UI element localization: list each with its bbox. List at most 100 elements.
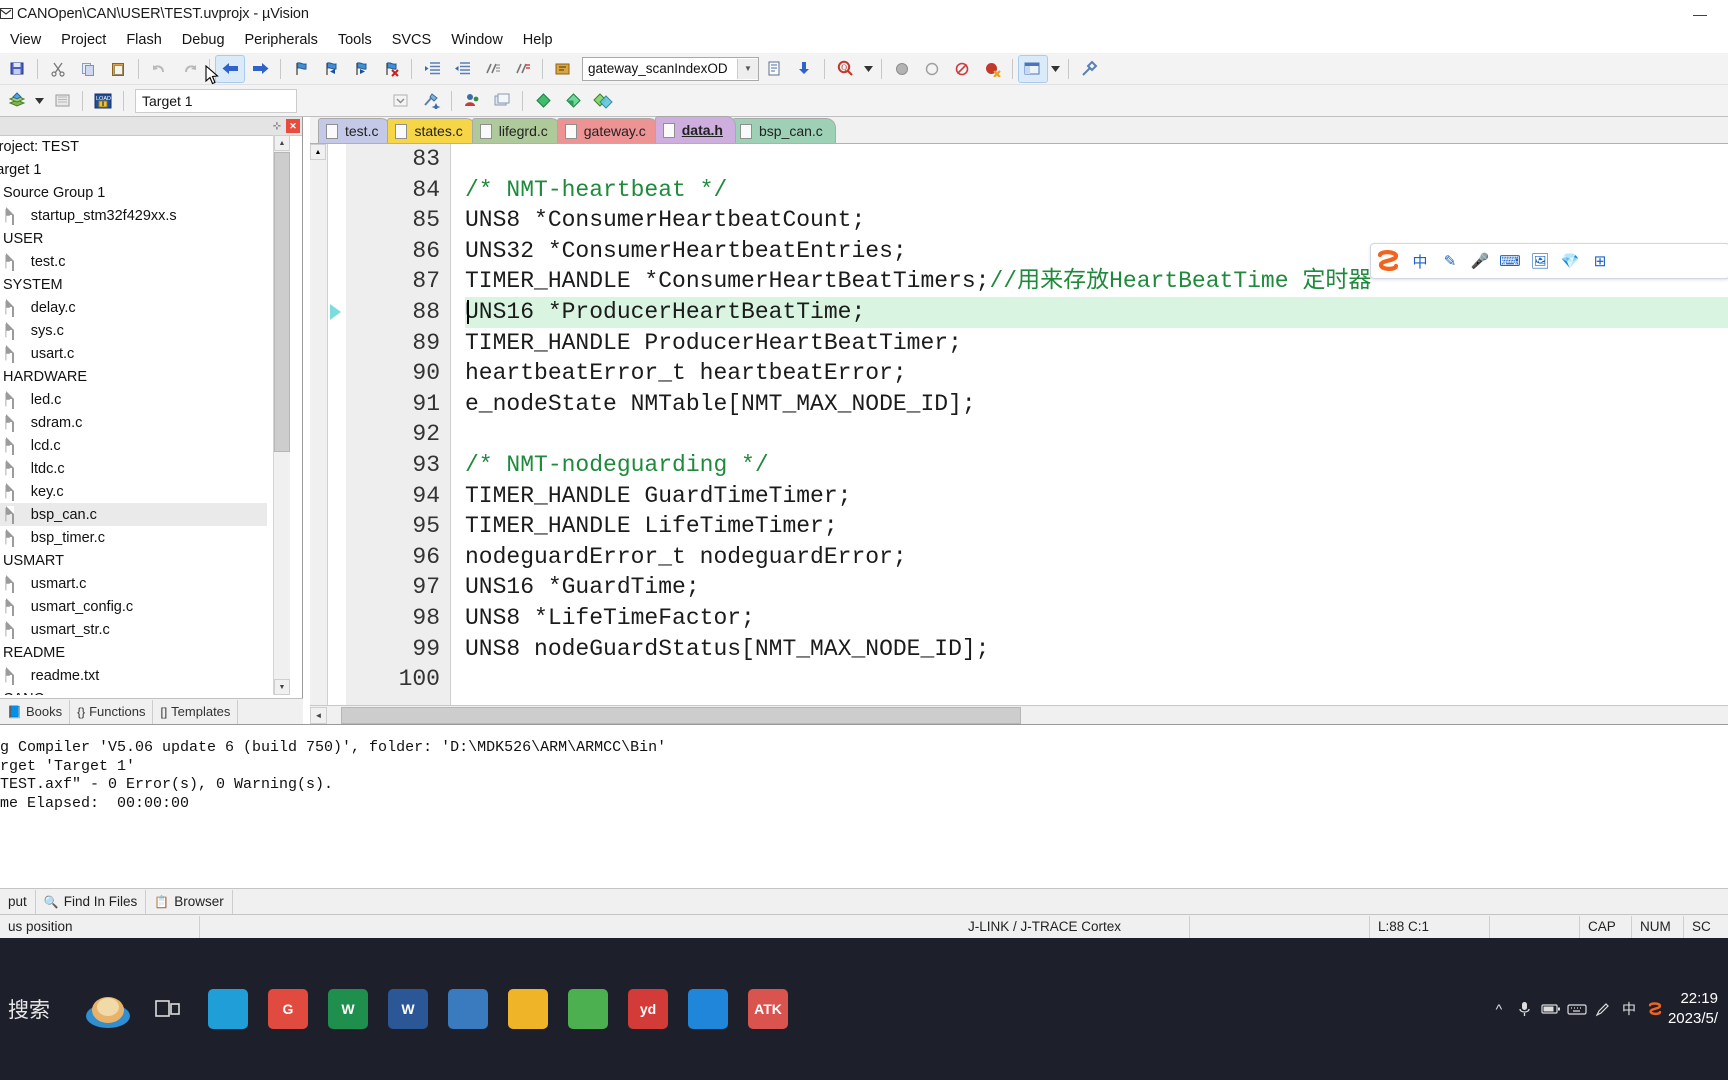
find-icon[interactable]: Q xyxy=(831,56,859,82)
bookmark-prev-icon[interactable] xyxy=(317,56,345,82)
app-edge[interactable] xyxy=(678,981,738,1037)
save-all-icon[interactable] xyxy=(3,56,31,82)
sogou-logo-icon[interactable] xyxy=(1371,246,1405,276)
menu-item-help[interactable]: Help xyxy=(513,30,563,50)
tree-item-key-c[interactable]: ├ key.c xyxy=(0,480,267,503)
function-browse-icon[interactable] xyxy=(549,56,577,82)
tree-item-project-test[interactable]: Project: TEST xyxy=(0,135,267,158)
tree-item-usmart-str-c[interactable]: ├ usmart_str.c xyxy=(0,618,267,641)
code-line[interactable]: /* NMT-heartbeat */ xyxy=(465,175,1728,206)
ime-status-icon[interactable]: 中 xyxy=(1616,996,1642,1022)
scroll-up-icon[interactable]: ▲ xyxy=(274,135,290,151)
code-line[interactable]: TIMER_HANDLE GuardTimeTimer; xyxy=(465,481,1728,512)
code-line[interactable] xyxy=(465,664,1728,695)
tree-item-startup-stm32f429xx-s[interactable]: ├ startup_stm32f429xx.s xyxy=(0,204,267,227)
undo-icon[interactable] xyxy=(145,56,173,82)
tree-item-usart-c[interactable]: ├ usart.c xyxy=(0,342,267,365)
tree-item-usmart-c[interactable]: ├ usmart.c xyxy=(0,572,267,595)
app-notepad[interactable] xyxy=(558,981,618,1037)
minimize-button[interactable]: — xyxy=(1672,0,1728,27)
app-word[interactable]: W xyxy=(378,981,438,1037)
tree-item-lcd-c[interactable]: ├ lcd.c xyxy=(0,434,267,457)
build-dropdown-icon[interactable] xyxy=(33,88,46,114)
menu-item-flash[interactable]: Flash xyxy=(116,30,171,50)
manage-project-icon[interactable] xyxy=(458,88,486,114)
bookmark-toggle-icon[interactable] xyxy=(287,56,315,82)
taskbar-app-list[interactable]: G W Wyd ATK xyxy=(198,981,798,1037)
pen-icon[interactable] xyxy=(1590,996,1616,1022)
code-line[interactable]: TIMER_HANDLE ProducerHeartBeatTimer; xyxy=(465,328,1728,359)
scrollbar-thumb[interactable] xyxy=(274,152,290,452)
window-layout-dropdown-icon[interactable] xyxy=(1049,56,1062,82)
comment-icon[interactable] xyxy=(478,56,506,82)
code-line[interactable]: UNS16 *ProducerHeartBeatTime; xyxy=(465,296,1728,328)
tree-item-system[interactable]: SYSTEM xyxy=(0,273,267,296)
bookmark-next-icon[interactable] xyxy=(347,56,375,82)
ime-toolbox-icon[interactable]: 💎 xyxy=(1555,246,1585,276)
uncomment-icon[interactable] xyxy=(508,56,536,82)
insert-icon[interactable] xyxy=(790,56,818,82)
app-xcom[interactable]: ATK xyxy=(738,981,798,1037)
code-line[interactable] xyxy=(465,419,1728,450)
ime-menu-icon[interactable]: ⊞ xyxy=(1585,246,1615,276)
app-media[interactable] xyxy=(438,981,498,1037)
output-pane-tabs[interactable]: put 🔍 Find In Files 📋 Browser xyxy=(0,888,1728,914)
scroll-up-icon[interactable]: ▲ xyxy=(310,144,326,160)
app-pdf[interactable]: G xyxy=(258,981,318,1037)
find-dropdown-icon[interactable] xyxy=(861,56,875,82)
mic-icon[interactable] xyxy=(1512,996,1538,1022)
sogou-ime-toolbar[interactable]: 中 ✎ 🎤 ⌨ 🖼 💎 ⊞ xyxy=(1370,243,1728,279)
editor-code-area[interactable]: /* NMT-heartbeat */ UNS8 *ConsumerHeartb… xyxy=(451,144,1728,706)
editor-tab-bsp-can-c[interactable]: bsp_can.c xyxy=(731,118,836,143)
configure-icon[interactable] xyxy=(1075,56,1103,82)
ime-mode-chinese[interactable]: 中 xyxy=(1405,246,1435,276)
rebuild-icon[interactable] xyxy=(48,88,76,114)
editor-tab-test-c[interactable]: test.c xyxy=(318,118,392,143)
sogou-tray-icon[interactable] xyxy=(1642,996,1668,1022)
chevron-down-icon[interactable]: ▼ xyxy=(737,58,758,79)
tree-item-usmart-config-c[interactable]: ├ usmart_config.c xyxy=(0,595,267,618)
manage-multi-icon[interactable] xyxy=(488,88,516,114)
menu-item-project[interactable]: Project xyxy=(51,30,116,50)
ime-voice-icon[interactable]: 🎤 xyxy=(1465,246,1495,276)
tree-item-hardware[interactable]: HARDWARE xyxy=(0,365,267,388)
taskbar-cortana-circle[interactable] xyxy=(78,981,138,1037)
disable-breakpoints-icon[interactable] xyxy=(978,56,1006,82)
navigate-forward-icon[interactable] xyxy=(246,56,274,82)
editor-tab-gateway-c[interactable]: gateway.c xyxy=(556,118,659,143)
redo-icon[interactable] xyxy=(175,56,203,82)
pin-icon[interactable]: ⊹ xyxy=(270,119,284,133)
scroll-down-icon[interactable]: ▼ xyxy=(274,679,290,695)
menu-item-view[interactable]: View xyxy=(0,30,51,50)
output-tab-find-in-files[interactable]: 🔍 Find In Files xyxy=(36,889,147,914)
close-icon[interactable]: ✕ xyxy=(286,119,300,133)
app-camtasia[interactable] xyxy=(198,981,258,1037)
scroll-left-icon[interactable]: ◄ xyxy=(310,706,327,724)
window-layout-icon[interactable] xyxy=(1018,54,1048,83)
app-youdao[interactable]: yd xyxy=(618,981,678,1037)
tree-item-usmart[interactable]: USMART xyxy=(0,549,267,572)
menu-item-peripherals[interactable]: Peripherals xyxy=(235,30,328,50)
menu-item-tools[interactable]: Tools xyxy=(328,30,382,50)
target-dropdown-icon[interactable] xyxy=(387,88,415,114)
app-wps[interactable]: W xyxy=(318,981,378,1037)
battery-icon[interactable] xyxy=(1538,996,1564,1022)
code-line[interactable]: UNS8 *ConsumerHeartbeatCount; xyxy=(465,205,1728,236)
project-pane-tabs[interactable]: 📘 Books{} Functions[] Templates xyxy=(0,698,303,724)
code-line[interactable]: nodeguardError_t nodeguardError; xyxy=(465,542,1728,573)
tree-item-ltdc-c[interactable]: ├ ltdc.c xyxy=(0,457,267,480)
tree-item-sys-c[interactable]: ├ sys.c xyxy=(0,319,267,342)
code-line[interactable]: e_nodeState NMTable[NMT_MAX_NODE_ID]; xyxy=(465,389,1728,420)
project-tree-scrollbar[interactable]: ▲ ▼ xyxy=(273,135,290,695)
tree-item-user[interactable]: USER xyxy=(0,227,267,250)
ime-keyboard-icon[interactable]: ⌨ xyxy=(1495,246,1525,276)
project-tab-templates[interactable]: [] Templates xyxy=(153,699,239,724)
pack-installer-icon[interactable] xyxy=(589,88,617,114)
cut-icon[interactable] xyxy=(44,56,72,82)
open-doc-icon[interactable] xyxy=(760,56,788,82)
code-line[interactable]: UNS8 nodeGuardStatus[NMT_MAX_NODE_ID]; xyxy=(465,634,1728,665)
breakpoint-icon[interactable] xyxy=(888,56,916,82)
outdent-icon[interactable] xyxy=(448,56,476,82)
taskbar-task-view[interactable] xyxy=(138,981,198,1037)
project-tree[interactable]: Project: TEST Target 1 Source Group 1 ├star… xyxy=(0,135,267,695)
